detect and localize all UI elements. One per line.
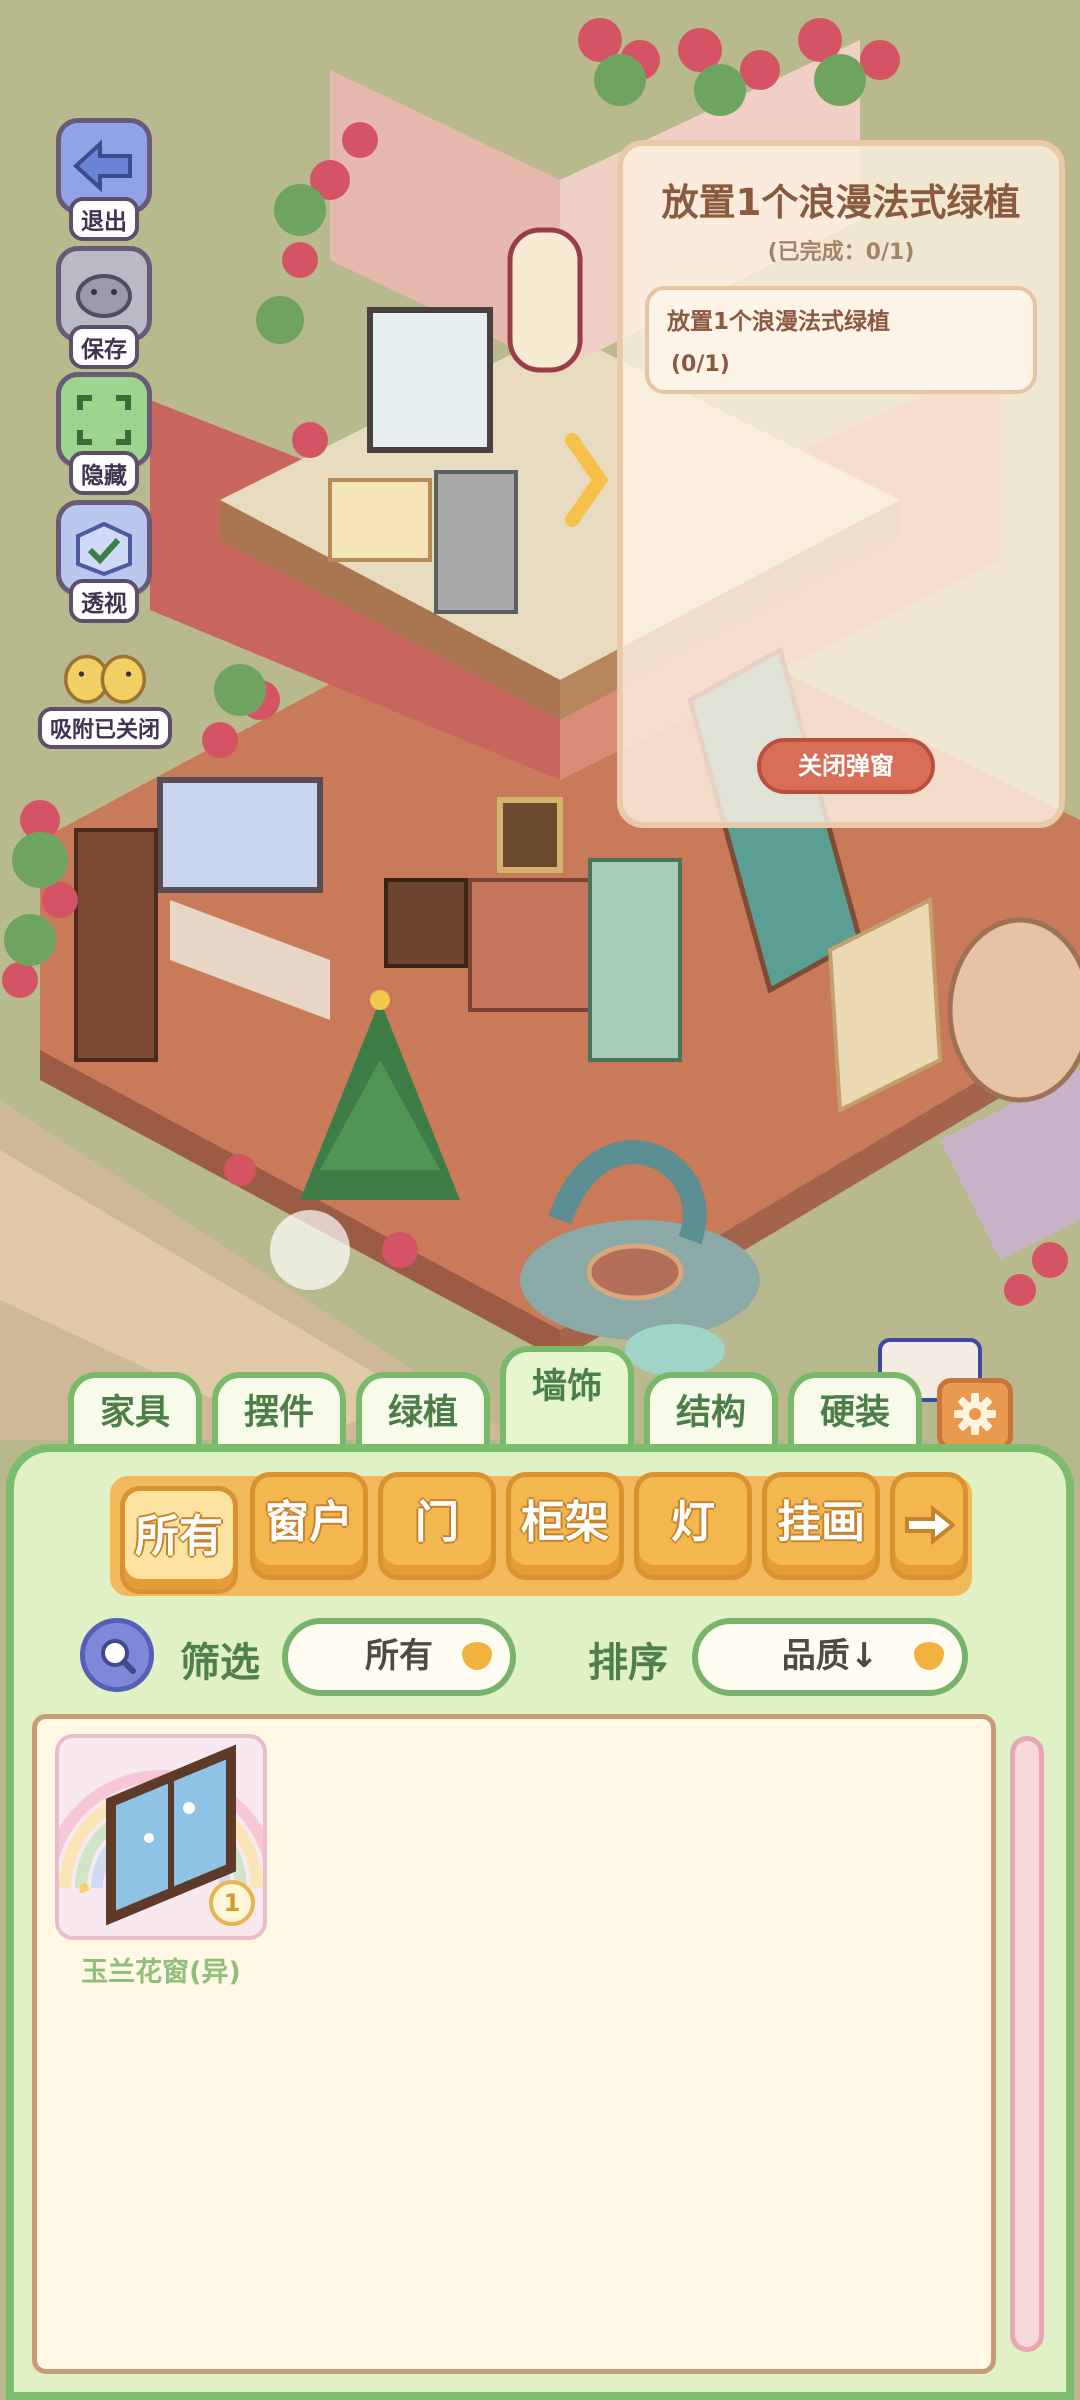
perspective-label: 透视 xyxy=(69,579,139,623)
chevron-down-icon xyxy=(914,1642,944,1670)
close-popup-button[interactable]: 关闭弹窗 xyxy=(757,738,935,794)
search-icon xyxy=(101,1639,136,1674)
tab-furniture[interactable]: 家具 xyxy=(68,1372,202,1450)
hide-button[interactable]: 隐藏 xyxy=(50,372,158,495)
exit-button[interactable]: 退出 xyxy=(50,118,158,241)
search-button[interactable] xyxy=(80,1618,154,1692)
quest-completed-count: (已完成：0/1) xyxy=(767,240,915,265)
arrow-right-icon xyxy=(905,1504,957,1546)
subtab-doors[interactable]: 门 xyxy=(378,1472,496,1580)
subtab-lights[interactable]: 灯 xyxy=(634,1472,752,1580)
sort-label: 排序 xyxy=(588,1640,668,1686)
sort-dropdown[interactable]: 品质↓ xyxy=(692,1618,968,1696)
inventory-item-card[interactable]: 1 xyxy=(55,1734,267,1940)
gear-icon xyxy=(954,1393,996,1435)
filter-label: 筛选 xyxy=(180,1640,260,1686)
subtab-paintings[interactable]: 挂画 xyxy=(762,1472,880,1580)
quest-popup: 放置1个浪漫法式绿植 (已完成：0/1) 放置1个浪漫法式绿植 (0/1) 关闭… xyxy=(617,140,1065,828)
subtab-shelves[interactable]: 柜架 xyxy=(506,1472,624,1580)
tab-hard-decor[interactable]: 硬装 xyxy=(788,1372,922,1450)
tab-wall-decor[interactable]: 墙饰 xyxy=(500,1346,634,1450)
chevron-down-icon xyxy=(462,1642,492,1670)
snap-toggle-button[interactable]: 吸附已关闭 xyxy=(36,626,174,749)
subtab-next-button[interactable] xyxy=(890,1472,968,1580)
filter-dropdown[interactable]: 所有 xyxy=(282,1618,516,1696)
quest-task-card: 放置1个浪漫法式绿植 (0/1) xyxy=(645,286,1037,394)
tab-structure[interactable]: 结构 xyxy=(644,1372,778,1450)
exit-label: 退出 xyxy=(69,197,139,241)
tab-ornaments[interactable]: 摆件 xyxy=(212,1372,346,1450)
hide-label: 隐藏 xyxy=(69,451,139,495)
subtab-all[interactable]: 所有 xyxy=(120,1486,238,1594)
quest-task-progress: (0/1) xyxy=(671,352,730,377)
save-button[interactable]: 保存 xyxy=(50,246,158,369)
quest-title: 放置1个浪漫法式绿植 xyxy=(661,181,1021,224)
perspective-button[interactable]: 透视 xyxy=(50,500,158,623)
quest-task-text: 放置1个浪漫法式绿植 xyxy=(667,309,891,335)
item-name: 玉兰花窗(异) xyxy=(81,1957,241,1988)
settings-button[interactable] xyxy=(937,1378,1013,1450)
tab-plants[interactable]: 绿植 xyxy=(356,1372,490,1450)
filter-value: 所有 xyxy=(365,1636,433,1676)
inventory-scrollbar[interactable] xyxy=(1010,1736,1044,2352)
item-quantity-badge: 1 xyxy=(209,1880,255,1926)
sort-value: 品质↓ xyxy=(781,1636,879,1676)
subtab-windows[interactable]: 窗户 xyxy=(250,1472,368,1580)
snap-label: 吸附已关闭 xyxy=(37,707,172,749)
save-label: 保存 xyxy=(69,325,139,369)
